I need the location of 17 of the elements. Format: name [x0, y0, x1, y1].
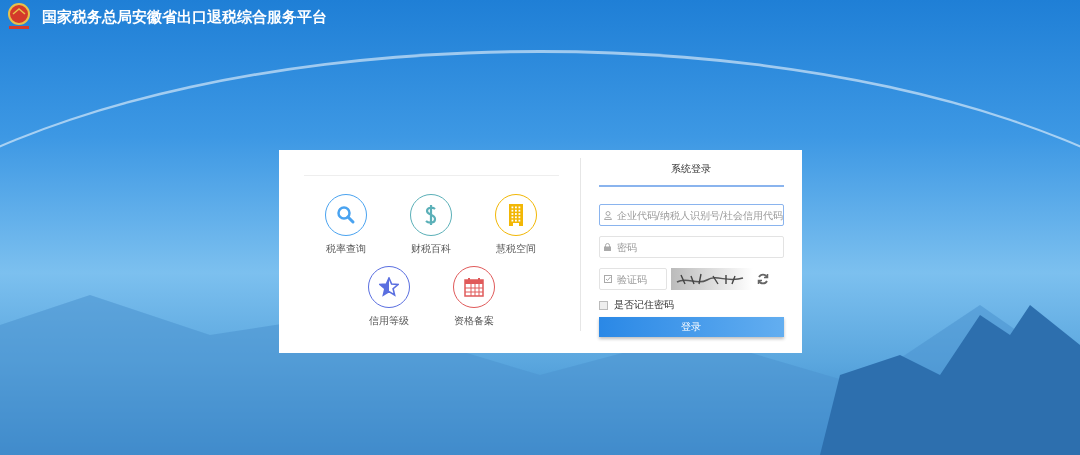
building-icon [509, 204, 523, 226]
site-title: 国家税务总局安徽省出口退税综合服务平台 [42, 7, 327, 27]
calendar-icon [463, 277, 484, 297]
search-icon [336, 205, 356, 225]
service-link[interactable]: 信用等级 [358, 266, 419, 328]
username-field[interactable]: 企业代码/纳税人识别号/社会信用代码 [598, 204, 784, 226]
dollar-icon [424, 204, 438, 226]
star-icon [378, 277, 399, 297]
service-link[interactable]: 财税百科 [401, 194, 461, 256]
refresh-icon[interactable] [756, 273, 769, 285]
captcha-field[interactable]: 验证码 [598, 268, 667, 290]
remember-checkbox[interactable]: 是否记住密码 [598, 298, 784, 312]
service-link[interactable]: 资格备案 [443, 266, 504, 328]
service-link[interactable]: 税率查询 [316, 194, 376, 256]
login-title: 系统登录 [598, 162, 784, 187]
service-link[interactable]: 慧税空间 [486, 194, 546, 256]
password-field[interactable]: 密码 [598, 236, 784, 258]
